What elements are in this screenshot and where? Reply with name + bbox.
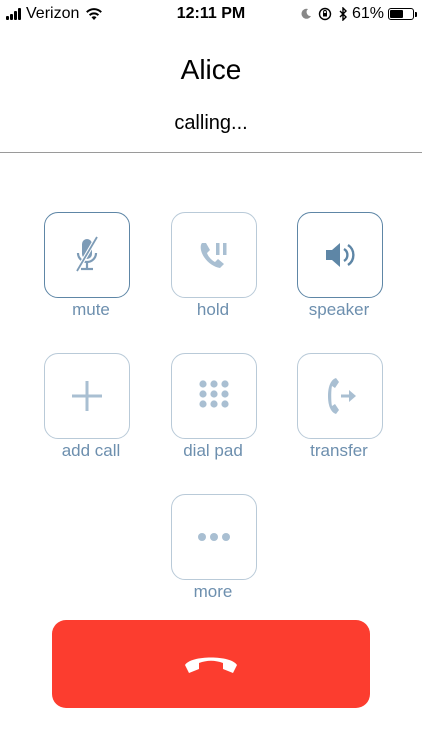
dial-pad-label: dial pad (183, 441, 243, 460)
add-call-button[interactable] (44, 353, 130, 439)
more-label: more (193, 582, 233, 601)
battery-fill (390, 10, 403, 18)
plus-icon (72, 381, 102, 411)
call-status: calling... (174, 112, 248, 134)
speaker-icon (326, 243, 355, 267)
more-icon (198, 533, 230, 541)
status-bar: Verizon 12:11 PM 61% (0, 0, 422, 30)
hold-icon (200, 243, 227, 268)
transfer-button[interactable] (297, 353, 383, 439)
mute-label: mute (72, 300, 110, 319)
speaker-button[interactable] (297, 212, 383, 298)
more-button[interactable] (171, 494, 257, 580)
transfer-icon (328, 378, 356, 414)
orientation-lock-icon (318, 7, 332, 21)
battery-percent: 61% (351, 5, 384, 22)
battery-icon (388, 8, 417, 20)
hang-up-icon (185, 657, 237, 673)
end-call-button[interactable] (52, 620, 370, 708)
hold-label: hold (196, 300, 230, 319)
hold-button[interactable] (171, 212, 257, 298)
mic-muted-icon (75, 235, 99, 273)
transfer-label: transfer (310, 441, 368, 460)
moon-icon (301, 8, 311, 19)
mute-button[interactable] (44, 212, 130, 298)
header-divider (0, 152, 422, 153)
status-right: 61% (294, 5, 417, 23)
dial-pad-icon (199, 380, 229, 408)
speaker-label: speaker (308, 300, 370, 319)
contact-name: Alice (180, 54, 242, 85)
add-call-label: add call (61, 441, 121, 460)
bluetooth-icon (339, 7, 347, 21)
dial-pad-button[interactable] (171, 353, 257, 439)
